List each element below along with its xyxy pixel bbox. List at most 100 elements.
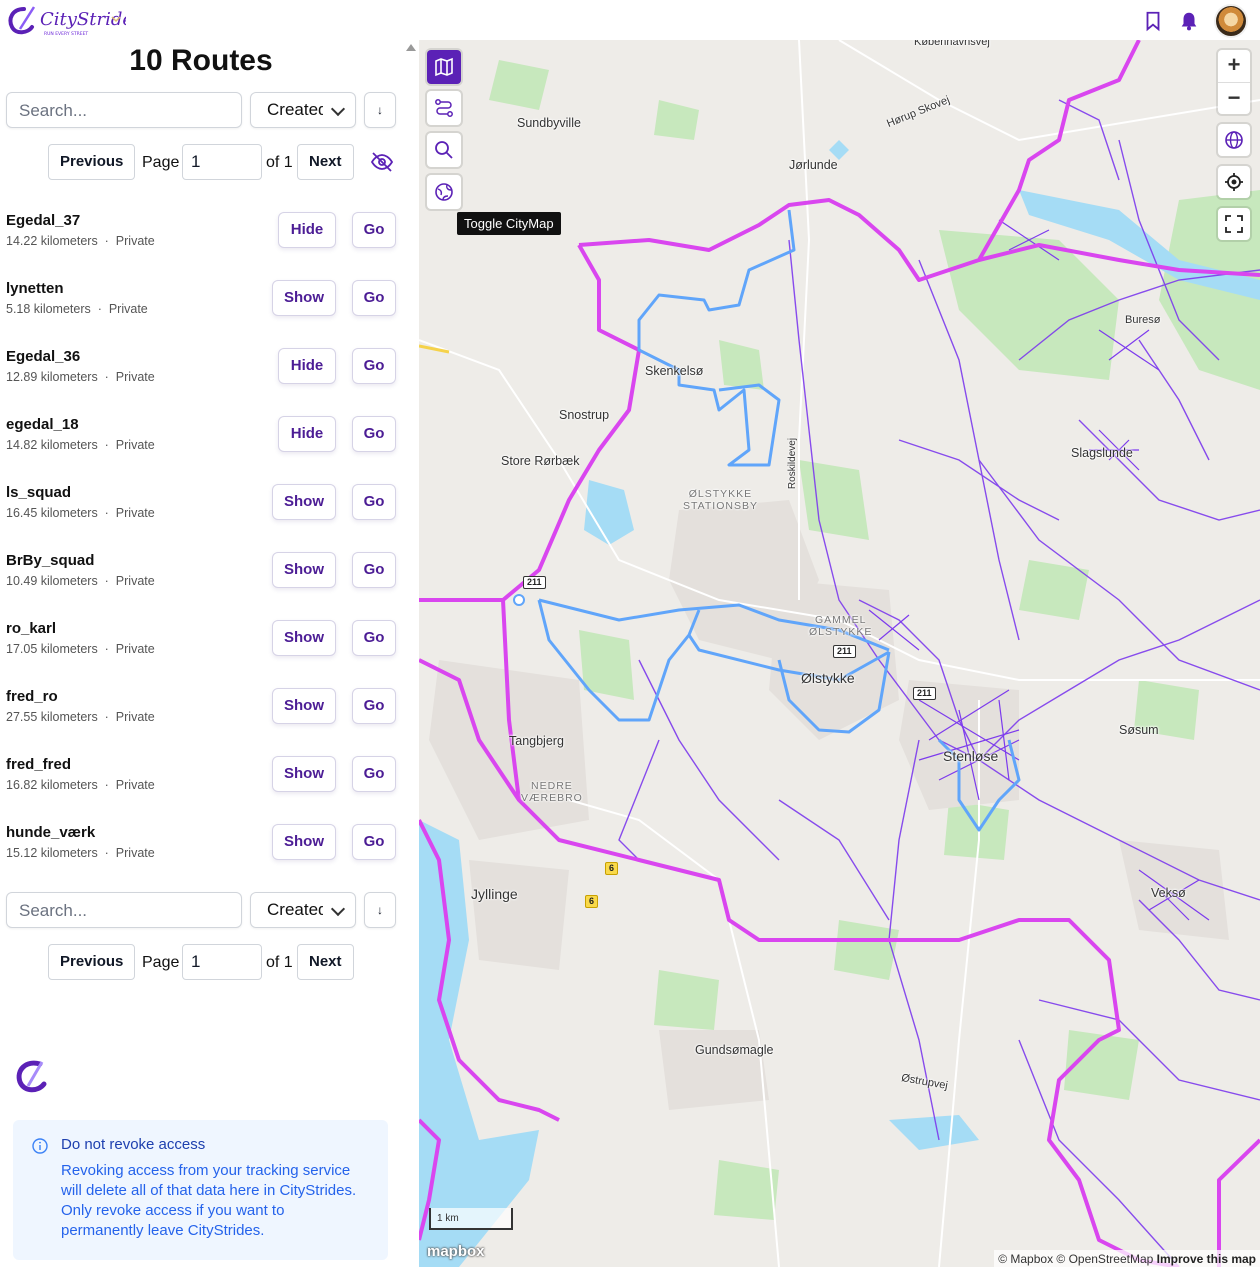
attribution-text[interactable]: © Mapbox © OpenStreetMap xyxy=(998,1252,1153,1266)
sort-direction-button[interactable]: ↓ xyxy=(364,92,396,128)
show-route-button[interactable]: Show xyxy=(272,688,336,724)
show-route-button[interactable]: Show xyxy=(272,484,336,520)
sort-select-bottom[interactable]: Created xyxy=(250,892,356,928)
globe-icon xyxy=(435,183,453,201)
show-route-button[interactable]: Show xyxy=(272,756,336,792)
search-input-bottom[interactable]: Search... xyxy=(6,892,242,928)
route-name[interactable]: hunde_værk xyxy=(6,824,95,841)
bookmark-icon[interactable] xyxy=(1142,10,1164,32)
search-icon xyxy=(435,141,453,159)
go-route-button[interactable]: Go xyxy=(352,620,396,656)
zoom-in-button[interactable]: + xyxy=(1218,50,1250,82)
label-nedre-vaerebro: NEDRE VÆREBRO xyxy=(521,780,583,804)
page-number-input-bottom[interactable]: 1 xyxy=(182,944,262,980)
go-route-button[interactable]: Go xyxy=(352,552,396,588)
label-skenkelso: Skenkelsø xyxy=(645,364,704,378)
meta-separator: · xyxy=(97,302,102,316)
toggle-citymap-button[interactable] xyxy=(427,175,461,209)
sort-direction-button-bottom[interactable]: ↓ xyxy=(364,892,396,928)
road-shield-6: 6 xyxy=(585,895,599,908)
route-visibility: Private xyxy=(115,438,155,452)
search-input[interactable]: Search... xyxy=(6,92,242,128)
crosshair-icon xyxy=(1225,173,1243,191)
routes-sidebar: 10 Routes Search... Created ↓ Previous P… xyxy=(0,40,418,1267)
scroll-up-arrow[interactable] xyxy=(406,44,416,51)
improve-map-link[interactable]: Improve this map xyxy=(1157,1252,1256,1266)
show-route-button[interactable]: Show xyxy=(272,552,336,588)
page-total-label: of 1 xyxy=(266,954,293,971)
route-meta: 5.18 kilometers · Private xyxy=(6,302,148,316)
route-name[interactable]: fred_ro xyxy=(6,688,58,705)
go-route-button[interactable]: Go xyxy=(352,416,396,452)
alert-body: Revoking access from your tracking servi… xyxy=(61,1162,357,1239)
route-name[interactable]: Egedal_36 xyxy=(6,348,80,365)
previous-button[interactable]: Previous xyxy=(48,144,136,180)
show-route-button[interactable]: Show xyxy=(272,280,336,316)
show-route-button[interactable]: Show xyxy=(272,824,336,860)
globe-projection-button[interactable] xyxy=(1218,124,1250,156)
meta-separator: · xyxy=(104,710,109,724)
zoom-out-button[interactable]: − xyxy=(1218,82,1250,114)
map-style-button[interactable] xyxy=(427,50,461,84)
sort-select-value: Created xyxy=(267,100,323,119)
bell-icon[interactable] xyxy=(1178,10,1200,32)
label-nedre-vaerebro-line1: NEDRE xyxy=(531,780,573,792)
route-name[interactable]: fred_fred xyxy=(6,756,71,773)
filter-row-top: Search... Created ↓ xyxy=(6,92,396,128)
route-builder-button[interactable] xyxy=(427,91,461,125)
next-button-bottom[interactable]: Next xyxy=(297,944,354,980)
meta-separator: · xyxy=(104,370,109,384)
hide-route-button[interactable]: Hide xyxy=(278,348,336,384)
go-route-button[interactable]: Go xyxy=(352,756,396,792)
route-visibility: Private xyxy=(115,370,155,384)
geolocate-button[interactable] xyxy=(1218,166,1250,198)
eye-off-icon[interactable] xyxy=(370,150,394,174)
show-route-button[interactable]: Show xyxy=(272,620,336,656)
route-name[interactable]: ls_squad xyxy=(6,484,71,501)
filter-row-bottom: Search... Created ↓ xyxy=(6,892,396,928)
route-meta: 12.89 kilometers · Private xyxy=(6,370,155,384)
go-route-button[interactable]: Go xyxy=(352,348,396,384)
map-scale: 1 km xyxy=(429,1208,513,1230)
route-name[interactable]: Egedal_37 xyxy=(6,212,80,229)
go-route-button[interactable]: Go xyxy=(352,280,396,316)
label-kobenhavnsvej: Københavnsvej xyxy=(914,40,990,48)
route-meta: 17.05 kilometers · Private xyxy=(6,642,155,656)
label-sosum: Søsum xyxy=(1119,723,1159,737)
mapbox-logo[interactable]: mapbox xyxy=(427,1243,485,1260)
map-search-button[interactable] xyxy=(427,133,461,167)
avatar[interactable] xyxy=(1214,4,1248,38)
route-distance: 5.18 kilometers xyxy=(6,302,91,316)
hide-route-button[interactable]: Hide xyxy=(278,212,336,248)
zoom-controls: + − xyxy=(1218,50,1250,114)
route-name[interactable]: lynetten xyxy=(6,280,64,297)
fullscreen-button[interactable] xyxy=(1218,208,1250,240)
route-visibility: Private xyxy=(108,302,148,316)
route-name[interactable]: BrBy_squad xyxy=(6,552,94,569)
route-row: fred_ro 27.55 kilometers · Private Show Go xyxy=(6,688,398,736)
route-distance: 27.55 kilometers xyxy=(6,710,98,724)
map-view[interactable]: Københavnsvej Sundbyville Hørup Skovej J… xyxy=(419,40,1260,1267)
go-route-button[interactable]: Go xyxy=(352,484,396,520)
route-visibility: Private xyxy=(115,846,155,860)
go-route-button[interactable]: Go xyxy=(352,688,396,724)
hide-route-button[interactable]: Hide xyxy=(278,416,336,452)
route-row: fred_fred 16.82 kilometers · Private Show G… xyxy=(6,756,398,804)
route-name[interactable]: ro_karl xyxy=(6,620,56,637)
label-nedre-vaerebro-line2: VÆREBRO xyxy=(521,792,583,804)
svg-text:RUN EVERY STREET: RUN EVERY STREET xyxy=(44,31,88,37)
go-route-button[interactable]: Go xyxy=(352,824,396,860)
meta-separator: · xyxy=(104,234,109,248)
page-number-input[interactable]: 1 xyxy=(182,144,262,180)
route-row: egedal_18 14.82 kilometers · Private Hide G… xyxy=(6,416,398,464)
go-route-button[interactable]: Go xyxy=(352,212,396,248)
next-button[interactable]: Next xyxy=(297,144,354,180)
previous-button-bottom[interactable]: Previous xyxy=(48,944,136,980)
label-gammel-olstykke: GAMMEL ØLSTYKKE xyxy=(809,614,872,638)
citystrides-logo[interactable]: CityStrides RUN EVERY STREET xyxy=(6,3,142,37)
sort-select[interactable]: Created xyxy=(250,92,356,128)
route-name[interactable]: egedal_18 xyxy=(6,416,79,433)
route-distance: 16.45 kilometers xyxy=(6,506,98,520)
road-shield-211: 211 xyxy=(833,645,856,658)
map-attribution: © Mapbox © OpenStreetMap Improve this ma… xyxy=(994,1250,1260,1267)
